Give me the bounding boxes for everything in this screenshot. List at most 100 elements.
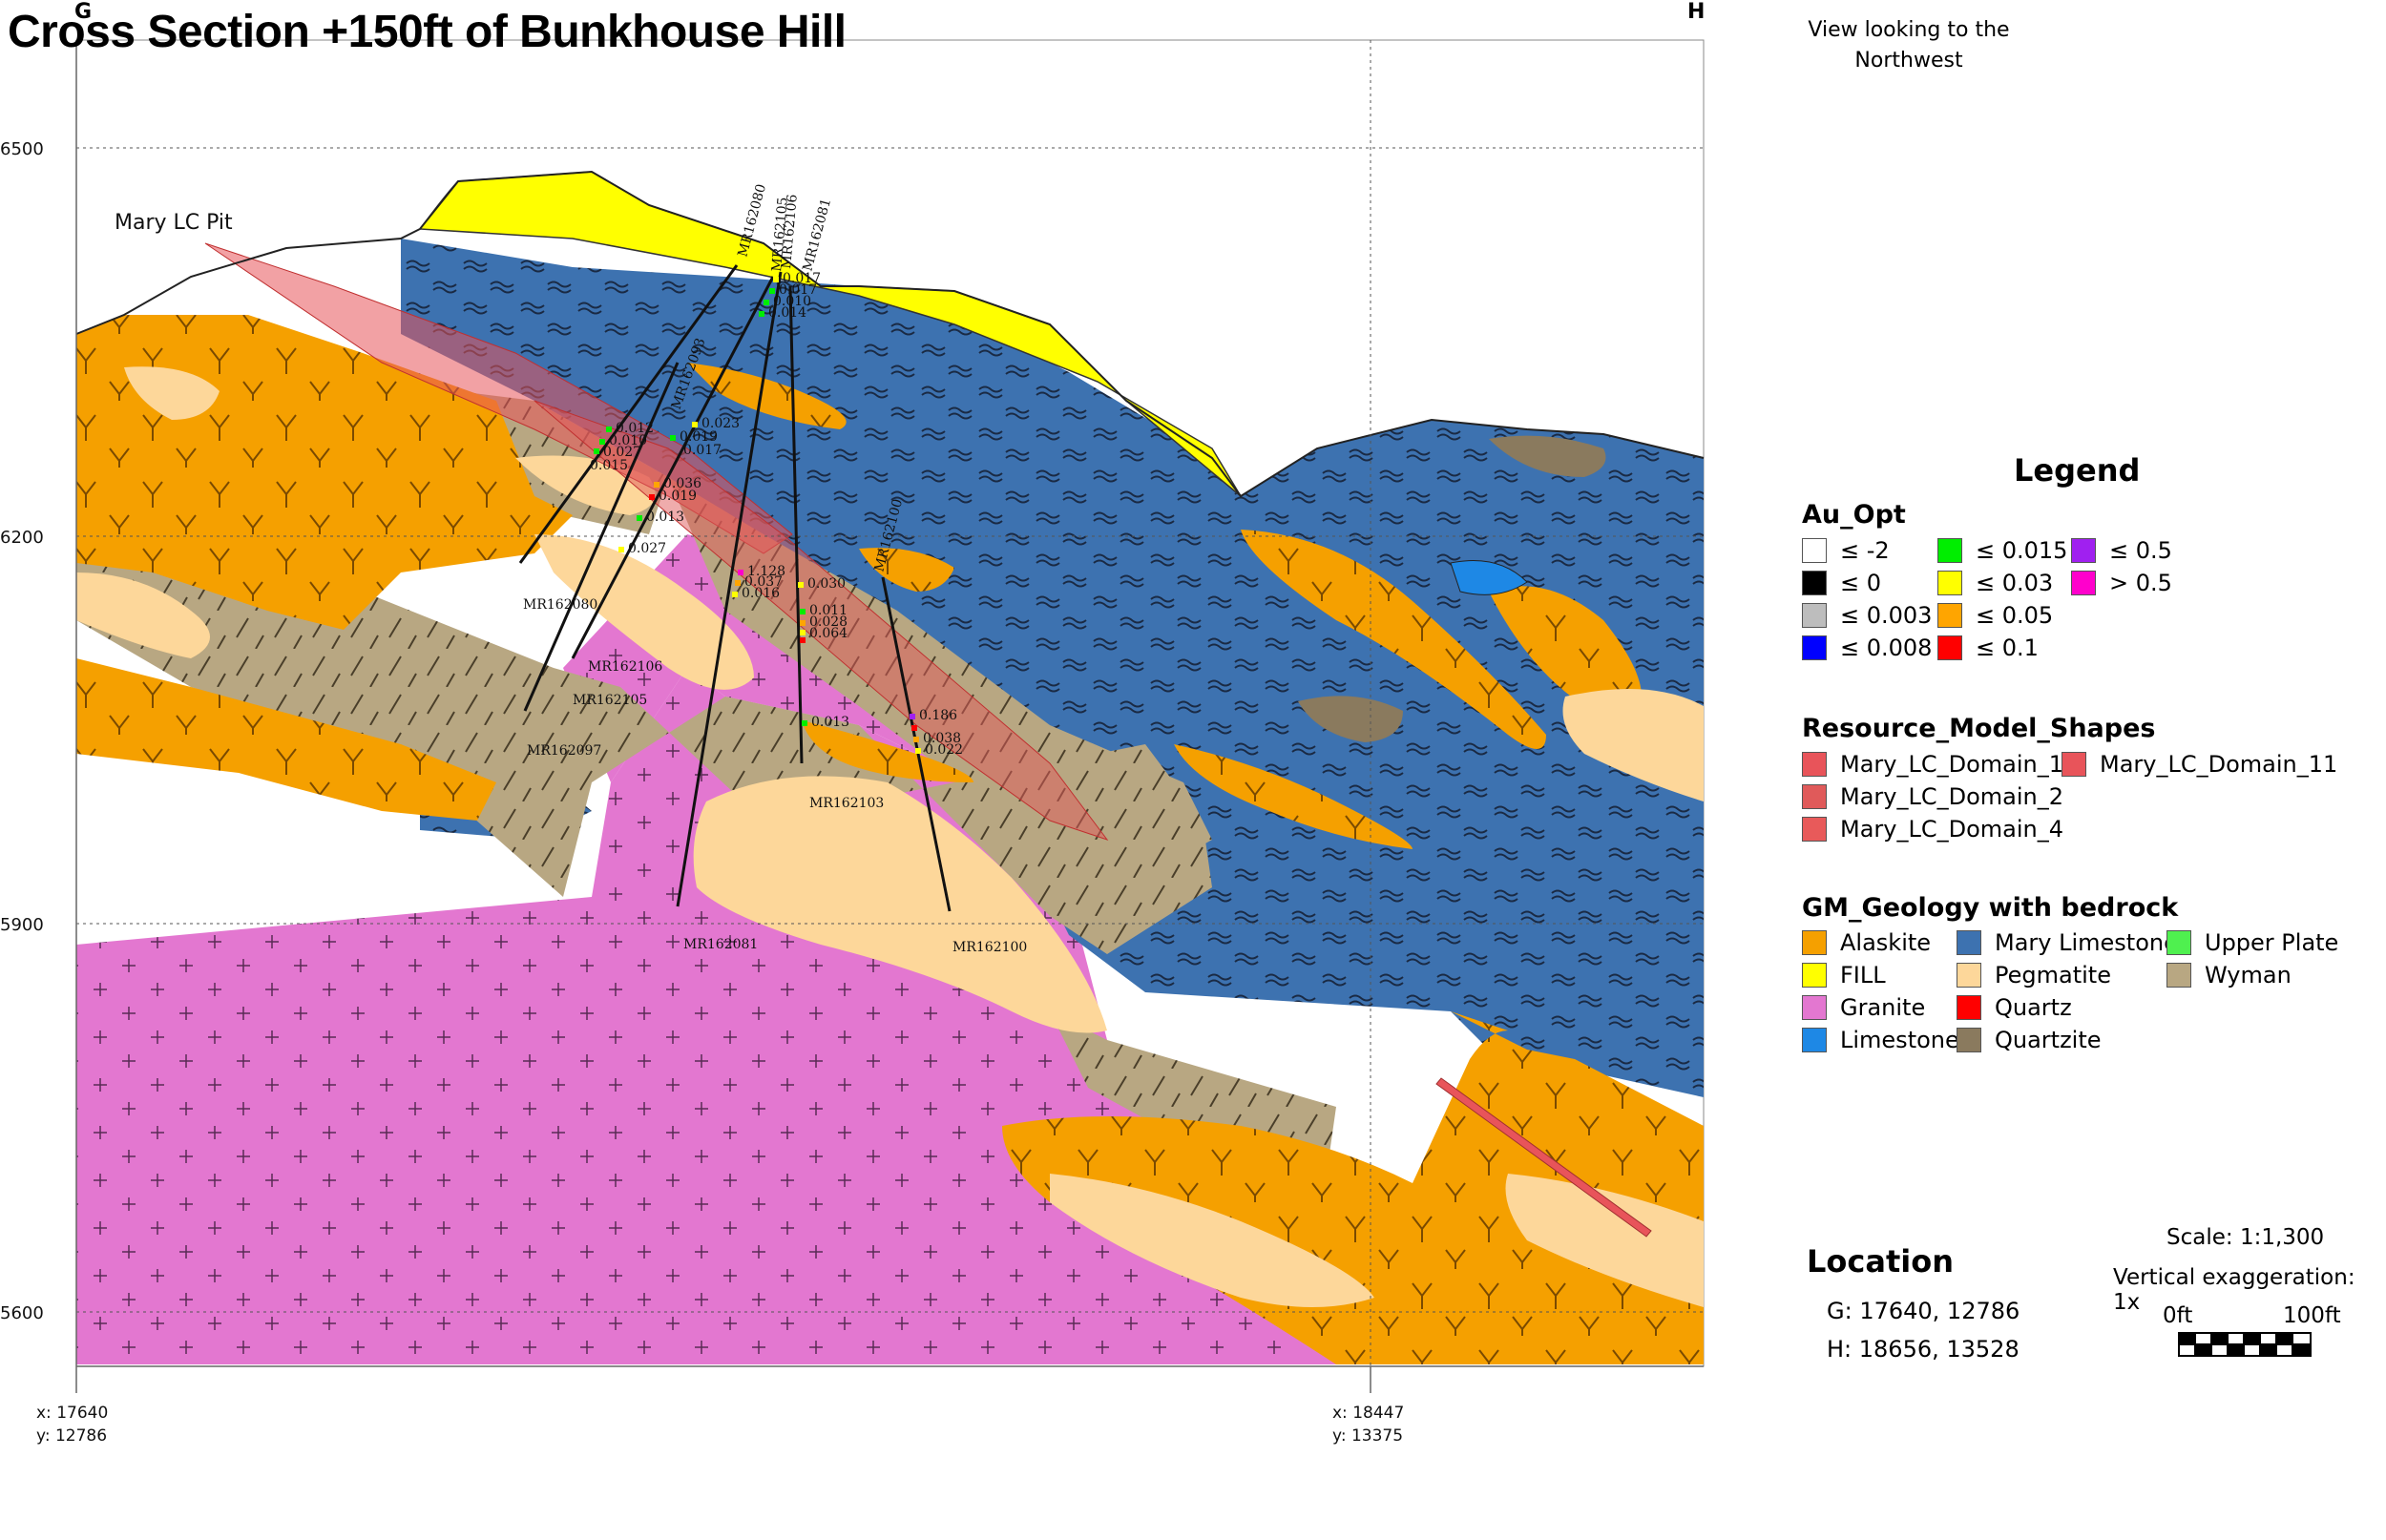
- legend-item: > 0.5: [2071, 567, 2172, 599]
- legend-item: FILL: [1802, 959, 1959, 991]
- elevation-label: 5900: [0, 915, 44, 935]
- drillhole-bottom-label: MR162103: [809, 796, 884, 811]
- assay-label: 0.027: [628, 541, 666, 556]
- legend-label: Mary_LC_Domain_4: [1840, 816, 2064, 843]
- legend-resource-col1: Mary_LC_Domain_1 Mary_LC_Domain_2 Mary_L…: [1802, 748, 2063, 845]
- legend-swatch: [1802, 963, 1827, 988]
- drillhole-bottom-label: MR162100: [952, 940, 1027, 955]
- legend-item: Upper Plate: [2166, 926, 2338, 959]
- legend-label: Mary_LC_Domain_1: [1840, 751, 2064, 778]
- legend-item: ≤ 0.03: [1937, 567, 2067, 599]
- legend-swatch: [1802, 1028, 1827, 1052]
- legend-au-col2: ≤ 0.015 ≤ 0.03 ≤ 0.05 ≤ 0.1: [1937, 534, 2067, 664]
- legend-label: Quartz: [1995, 994, 2072, 1021]
- section-corner-h: H: [1687, 0, 1706, 24]
- elevation-labels: 6500 6200 5900 5600: [0, 139, 44, 1323]
- legend-item: Mary_LC_Domain_1: [1802, 748, 2063, 780]
- legend-swatch: [1802, 817, 1827, 842]
- legend-swatch: [1802, 603, 1827, 628]
- bottom-coordinates: x: 17640 y: 12786 x: 18447 y: 13375: [36, 1404, 1404, 1446]
- legend-label: ≤ -2: [1840, 537, 1890, 564]
- legend-item: Mary_LC_Domain_11: [2062, 748, 2337, 780]
- map-title: Cross Section +150ft of Bunkhouse Hill: [8, 7, 847, 57]
- legend-swatch: [1957, 1028, 1981, 1052]
- legend-swatch: [1802, 538, 1827, 563]
- legend-label: ≤ 0: [1840, 570, 1882, 596]
- legend-swatch: [1937, 571, 1962, 595]
- legend-item: Mary_LC_Domain_2: [1802, 780, 2063, 813]
- elevation-label: 6500: [0, 139, 44, 159]
- legend-item: ≤ 0.05: [1937, 599, 2067, 632]
- legend-label: Alaskite: [1840, 929, 1932, 956]
- legend-swatch: [1957, 963, 1981, 988]
- legend-title: Legend: [2014, 452, 2141, 489]
- view-note-line1: View looking to the: [1808, 18, 2010, 42]
- legend-swatch: [2071, 571, 2096, 595]
- section-corner-g: G: [74, 0, 93, 24]
- assay-label: 0.014: [768, 305, 806, 321]
- assay-label: 0.013: [811, 715, 849, 730]
- legend-swatch: [1802, 571, 1827, 595]
- scale-end-label: 100ft: [2283, 1303, 2341, 1328]
- legend-item: Pegmatite: [1957, 959, 2178, 991]
- legend-geology-col2: Mary Limestone Pegmatite Quartz Quartzit…: [1957, 926, 2178, 1056]
- scale-bar: [2178, 1332, 2312, 1357]
- legend-item: ≤ 0.015: [1937, 534, 2067, 567]
- legend-swatch: [1802, 995, 1827, 1020]
- location-h: H: 18656, 13528: [1827, 1336, 2020, 1363]
- location-title: Location: [1807, 1243, 1954, 1280]
- scale-ratio: Scale: 1:1,300: [2166, 1225, 2325, 1250]
- legend-au-title: Au_Opt: [1802, 500, 1906, 530]
- drillhole-bottom-label: MR162105: [573, 693, 647, 708]
- legend-label: Mary_LC_Domain_2: [1840, 783, 2064, 810]
- legend-swatch: [1802, 784, 1827, 809]
- legend-swatch: [1802, 635, 1827, 660]
- drillhole-bottom-label: MR162081: [683, 937, 758, 952]
- legend-swatch: [1937, 603, 1962, 628]
- location-g: G: 17640, 12786: [1827, 1298, 2020, 1324]
- legend-item: Wyman: [2166, 959, 2338, 991]
- legend-label: ≤ 0.1: [1976, 635, 2039, 661]
- assay-label: 0.186: [919, 708, 957, 723]
- vertical-exaggeration: Vertical exaggeration: 1x: [2113, 1265, 2355, 1315]
- scale-start-label: 0ft: [2163, 1303, 2193, 1328]
- assay-label: 0.019: [659, 489, 697, 504]
- legend-item: ≤ 0: [1802, 567, 1932, 599]
- legend-swatch: [2062, 752, 2086, 777]
- legend-item: Quartzite: [1957, 1024, 2178, 1056]
- legend-item: Quartz: [1957, 991, 2178, 1024]
- assay-label: 0.016: [742, 586, 780, 601]
- view-note: View looking to the Northwest: [1770, 15, 2047, 76]
- legend-label: ≤ 0.015: [1976, 537, 2068, 564]
- legend-label: Quartzite: [1995, 1027, 2102, 1053]
- legend-label: Granite: [1840, 994, 1926, 1021]
- assay-label: 0.064: [809, 626, 848, 641]
- legend-swatch: [1957, 995, 1981, 1020]
- legend-item: ≤ 0.1: [1937, 632, 2067, 664]
- legend-label: Pegmatite: [1995, 962, 2111, 989]
- legend-item: Mary Limestone: [1957, 926, 2178, 959]
- legend-label: Mary Limestone: [1995, 929, 2178, 956]
- legend-item: Limestone: [1802, 1024, 1959, 1056]
- coord-left-y: y: 12786: [36, 1426, 107, 1446]
- legend-item: Granite: [1802, 991, 1959, 1024]
- legend-item: ≤ 0.5: [2071, 534, 2172, 567]
- assay-label: 0.013: [646, 510, 684, 525]
- legend-label: ≤ 0.5: [2109, 537, 2172, 564]
- legend-label: ≤ 0.05: [1976, 602, 2054, 629]
- assay-label: 0.017: [683, 443, 722, 458]
- assay-label: 0.022: [925, 742, 963, 758]
- elevation-label: 5600: [0, 1303, 44, 1323]
- coord-right-y: y: 13375: [1332, 1426, 1403, 1446]
- legend-label: ≤ 0.008: [1840, 635, 1933, 661]
- legend-label: Wyman: [2205, 962, 2292, 989]
- legend-au-col3: ≤ 0.5 > 0.5: [2071, 534, 2172, 599]
- legend-label: Mary_LC_Domain_11: [2100, 751, 2338, 778]
- legend-label: Limestone: [1840, 1027, 1959, 1053]
- legend-item: Mary_LC_Domain_4: [1802, 813, 2063, 845]
- legend-swatch: [1957, 930, 1981, 955]
- elevation-label: 6200: [0, 528, 44, 548]
- legend-geology-title: GM_Geology with bedrock: [1802, 893, 2179, 923]
- drillhole-bottom-label: MR162080: [523, 597, 597, 613]
- legend-swatch: [2071, 538, 2096, 563]
